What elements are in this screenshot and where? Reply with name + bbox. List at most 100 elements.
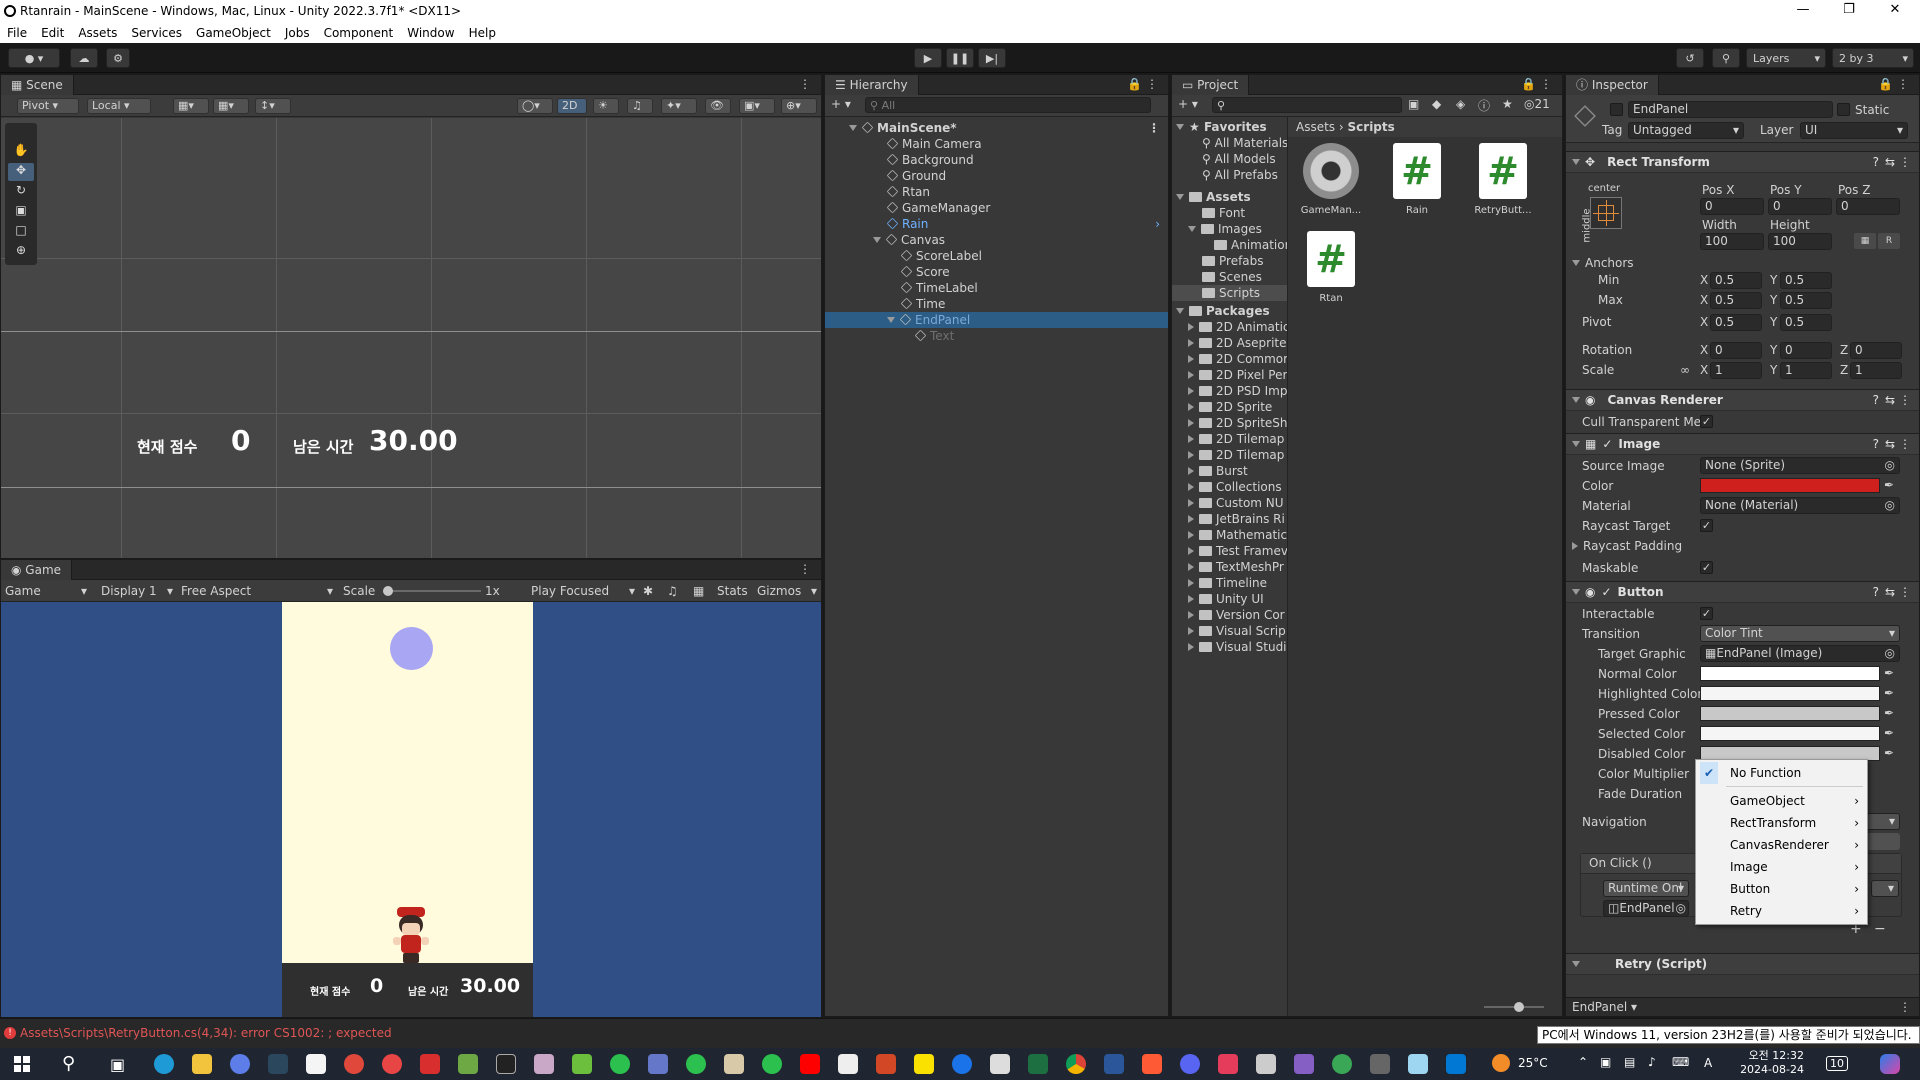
foldout-icon[interactable]: [1188, 499, 1194, 507]
hierarchy-item[interactable]: TimeLabel: [825, 280, 1168, 296]
dropdown-item[interactable]: Image ›: [1696, 856, 1867, 878]
vscode-icon[interactable]: [1446, 1054, 1466, 1074]
discord-icon[interactable]: [1180, 1054, 1200, 1074]
menu-window[interactable]: Window: [400, 26, 461, 40]
tab-scene[interactable]: ▦ Scene: [1, 75, 74, 95]
unity-hub-icon[interactable]: [990, 1054, 1010, 1074]
add-icon[interactable]: + ▾: [1178, 97, 1198, 111]
foldout-icon[interactable]: [1188, 451, 1194, 459]
package-folder[interactable]: JetBrains Ri: [1172, 511, 1287, 527]
breadcrumb-assets[interactable]: Assets: [1296, 120, 1335, 134]
scale-tool-icon[interactable]: ▣: [8, 203, 34, 221]
more-icon[interactable]: ⋮: [1146, 77, 1158, 91]
remove-event-button[interactable]: −: [1874, 921, 1886, 937]
help-icon[interactable]: ?: [1873, 582, 1879, 602]
width-input[interactable]: 100: [1700, 233, 1764, 250]
function-dropdown[interactable]: ▾: [1871, 880, 1899, 897]
foldout-icon[interactable]: [1188, 563, 1194, 571]
stats-button[interactable]: Stats: [717, 583, 748, 599]
lighting-icon[interactable]: ☀: [593, 98, 619, 114]
packages-foldout[interactable]: Packages: [1172, 303, 1287, 319]
aspect-dropdown[interactable]: Free Aspect ▾: [181, 583, 333, 599]
visualize-button[interactable]: [1866, 833, 1900, 850]
foldout-icon[interactable]: [1188, 579, 1194, 587]
anchor-min-y-input[interactable]: 0.5: [1780, 272, 1832, 289]
highlighted-color-swatch[interactable]: [1700, 686, 1880, 701]
tag-dropdown[interactable]: Untagged ▾: [1628, 122, 1744, 139]
hierarchy-item[interactable]: Background: [825, 152, 1168, 168]
hierarchy-item[interactable]: Text: [825, 328, 1168, 344]
foldout-icon[interactable]: [1188, 595, 1194, 603]
pivot-y-input[interactable]: 0.5: [1780, 314, 1832, 331]
visibility-icon[interactable]: 👁: [705, 98, 731, 114]
button-header[interactable]: ◉ ✓ Button ? ⇆ ⋮: [1566, 581, 1919, 603]
app-icon[interactable]: [1332, 1054, 1352, 1074]
youtube-icon[interactable]: [800, 1054, 820, 1074]
object-picker-icon[interactable]: ◎: [1676, 901, 1686, 916]
app-icon[interactable]: [1142, 1054, 1162, 1074]
anchor-max-y-input[interactable]: 0.5: [1780, 292, 1832, 309]
visual-studio-icon[interactable]: [1294, 1054, 1314, 1074]
eyedropper-icon[interactable]: ✒: [1884, 686, 1894, 700]
package-folder[interactable]: 2D SpriteSh: [1172, 415, 1287, 431]
powerpoint-icon[interactable]: [876, 1054, 896, 1074]
more-icon[interactable]: ⋮: [799, 77, 811, 91]
foldout-icon[interactable]: [1188, 403, 1194, 411]
hierarchy-item[interactable]: ScoreLabel: [825, 248, 1168, 264]
static-checkbox[interactable]: [1837, 103, 1850, 116]
help-icon[interactable]: ?: [1873, 390, 1879, 410]
foldout-icon[interactable]: [849, 125, 857, 131]
console-error-message[interactable]: Assets\Scripts\RetryButton.cs(4,34): err…: [20, 1026, 392, 1040]
breadcrumb-scripts[interactable]: Scripts: [1348, 120, 1395, 134]
menu-component[interactable]: Component: [317, 26, 401, 40]
stats-grid-icon[interactable]: ▦: [693, 583, 704, 599]
object-name-input[interactable]: EndPanel: [1628, 101, 1833, 118]
package-folder[interactable]: 2D Animatic: [1172, 319, 1287, 335]
foldout-icon[interactable]: [1188, 611, 1194, 619]
event-target-field[interactable]: ◫EndPanel ◎: [1603, 900, 1689, 917]
move-tool-icon[interactable]: ✥: [8, 163, 34, 181]
grid-button[interactable]: ▦▾: [213, 98, 249, 114]
app-icon[interactable]: [572, 1054, 592, 1074]
eyedropper-icon[interactable]: ✒: [1884, 478, 1894, 492]
scale-slider[interactable]: [383, 586, 481, 596]
maximize-button[interactable]: ❐: [1826, 0, 1872, 22]
blueprint-mode-button[interactable]: ▦: [1854, 233, 1876, 249]
component-menu-icon[interactable]: ⋮: [1899, 582, 1911, 602]
asset-folder[interactable]: Animation: [1172, 237, 1287, 253]
account-button[interactable]: ● ▾: [8, 48, 60, 68]
raw-edit-button[interactable]: R: [1878, 233, 1900, 249]
add-icon[interactable]: + ▾: [831, 97, 851, 111]
foldout-icon[interactable]: [1188, 339, 1194, 347]
file-explorer-icon[interactable]: [192, 1054, 212, 1074]
tab-inspector[interactable]: ⓘ Inspector: [1566, 75, 1659, 95]
hand-tool-icon[interactable]: ✋: [8, 143, 34, 161]
rect-transform-header[interactable]: ✥ Rect Transform ? ⇆ ⋮: [1566, 151, 1919, 173]
layer-dropdown[interactable]: UI ▾: [1800, 122, 1908, 139]
more-icon[interactable]: ⋮: [1899, 1000, 1911, 1014]
package-folder[interactable]: Custom NU: [1172, 495, 1287, 511]
hierarchy-item[interactable]: Score: [825, 264, 1168, 280]
posz-input[interactable]: 0: [1836, 198, 1900, 215]
package-folder[interactable]: 2D Tilemap: [1172, 447, 1287, 463]
tray-app-icon[interactable]: ▣: [1600, 1055, 1611, 1069]
asset-folder[interactable]: Prefabs: [1172, 253, 1287, 269]
normal-color-swatch[interactable]: [1700, 666, 1880, 681]
raycast-checkbox[interactable]: ✓: [1700, 519, 1713, 532]
play-button[interactable]: ▶: [914, 48, 942, 68]
app-icon[interactable]: [1408, 1054, 1428, 1074]
unity-icon[interactable]: [1256, 1054, 1276, 1074]
foldout-icon[interactable]: [1176, 124, 1184, 130]
volume-icon[interactable]: ♪: [1648, 1055, 1656, 1069]
package-folder[interactable]: Test Framev: [1172, 543, 1287, 559]
app-icon[interactable]: [648, 1054, 668, 1074]
history-icon[interactable]: ↺: [1676, 48, 1704, 68]
more-icon[interactable]: ⋮: [1897, 77, 1909, 91]
menu-edit[interactable]: Edit: [34, 26, 71, 40]
cloud-icon[interactable]: ☁: [70, 48, 98, 68]
camera-icon[interactable]: ▣▾: [739, 98, 775, 114]
anchor-min-x-input[interactable]: 0.5: [1710, 272, 1762, 289]
rotation-y-input[interactable]: 0: [1780, 342, 1832, 359]
app-icon[interactable]: [306, 1054, 326, 1074]
menu-jobs[interactable]: Jobs: [278, 26, 317, 40]
